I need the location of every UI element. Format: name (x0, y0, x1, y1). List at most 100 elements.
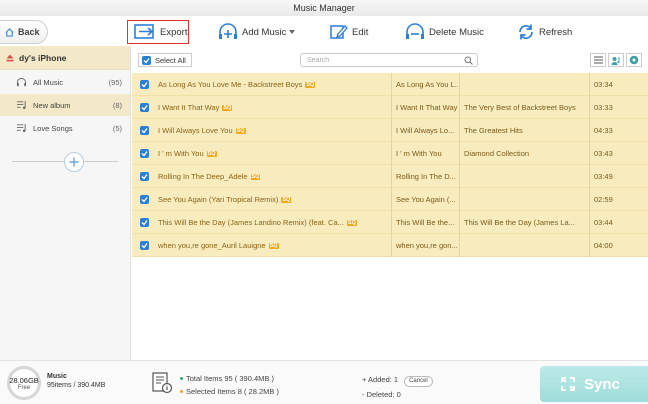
sidebar-item-label: Love Songs (33, 123, 73, 133)
table-row[interactable]: I Will Always Love You SQ I Will Always L… (132, 119, 648, 142)
music-heading: Music (47, 373, 67, 380)
song-duration: 04:33 (594, 125, 613, 135)
table-row[interactable]: I ' m With You SQ I ' m With You Diamond … (132, 142, 648, 165)
list-header: Select All Search (132, 50, 648, 70)
sidebar-item-count: (5) (112, 123, 122, 133)
song-artist: I Will Always Lo... (396, 125, 455, 135)
sync-icon (561, 377, 575, 391)
pending-changes: + Added: 1 Cancel - Deleted: 0 (362, 372, 433, 402)
table-row[interactable]: See You Again (Yari Tropical Remix) SQ Se… (132, 188, 648, 211)
song-artist: See You Again (... (396, 194, 456, 204)
song-album: The Greatest Hits (464, 125, 523, 135)
sidebar-divider (12, 152, 118, 172)
device-name: dy's iPhone (19, 52, 67, 63)
eject-icon[interactable] (6, 54, 14, 62)
view-options (588, 53, 642, 67)
storage-free-value: 28.06GB (9, 375, 39, 385)
sync-label: Sync (584, 375, 620, 393)
back-button[interactable]: Back (0, 20, 48, 44)
add-music-button[interactable]: Add Music (218, 20, 296, 44)
delete-music-icon (406, 23, 424, 39)
device-header[interactable]: dy's iPhone (0, 46, 130, 70)
total-items: Total Items 95 ( 390.4MB ) (186, 374, 274, 383)
column-divider (589, 73, 590, 257)
sq-badge: SQ (235, 127, 246, 134)
row-checkbox[interactable] (140, 195, 149, 204)
song-title: I Want It That Way SQ (158, 102, 233, 112)
sidebar-item-all-music[interactable]: All Music (95) (0, 71, 130, 93)
song-artist: I Want It That Way (396, 102, 458, 112)
row-checkbox[interactable] (140, 172, 149, 181)
list-view-button[interactable] (590, 53, 606, 67)
edit-icon (330, 25, 348, 39)
sidebar-item-count: (8) (112, 100, 122, 110)
music-summary: 95items / 390.4MB (47, 382, 106, 389)
sq-badge: SQ (305, 81, 316, 88)
sidebar: dy's iPhone All Music (95) New album (8)… (0, 46, 131, 360)
select-all-checkbox[interactable]: Select All (138, 53, 192, 67)
row-checkbox[interactable] (140, 241, 149, 250)
search-input[interactable]: Search (300, 53, 478, 67)
search-placeholder: Search (307, 56, 330, 64)
plus-icon (69, 157, 79, 167)
artist-view-button[interactable] (608, 53, 624, 67)
checkbox-checked-icon (142, 55, 151, 65)
back-button-label: Back (18, 27, 40, 37)
sq-badge: SQ (268, 242, 279, 249)
row-checkbox[interactable] (140, 103, 149, 112)
export-label: Export (160, 26, 188, 38)
sync-button[interactable]: Sync (540, 366, 648, 402)
sq-badge: SQ (346, 219, 357, 226)
refresh-button[interactable]: Refresh (517, 20, 572, 44)
song-album: The Very Best of Backstreet Boys (464, 102, 576, 112)
album-view-button[interactable] (626, 53, 642, 67)
cancel-button[interactable]: Cancel (404, 376, 433, 387)
selected-items: Selected Items 8 ( 28.2MB ) (186, 387, 279, 396)
delete-music-button[interactable]: Delete Music (405, 20, 484, 44)
song-title: This Will Be the Day (James Landino Remi… (158, 217, 357, 227)
add-playlist-button[interactable] (64, 152, 84, 172)
sidebar-item-count: (95) (108, 77, 122, 87)
song-artist: This Will Be the... (396, 217, 455, 227)
music-table: As Long As You Love Me - Backstreet Boys… (132, 73, 648, 257)
row-checkbox[interactable] (140, 149, 149, 158)
refresh-label: Refresh (539, 26, 573, 38)
table-row[interactable]: This Will Be the Day (James Landino Remi… (132, 211, 648, 234)
delete-music-label: Delete Music (429, 26, 484, 38)
total-dot (180, 377, 183, 380)
sq-badge: SQ (206, 150, 217, 157)
album-view-icon (629, 55, 639, 65)
storage-gauge: 28.06GB Free (7, 366, 41, 400)
song-album: This Will Be the Day (James La... (464, 217, 575, 227)
song-title: As Long As You Love Me - Backstreet Boys… (158, 79, 316, 89)
song-duration: 03:44 (594, 217, 613, 227)
row-checkbox[interactable] (140, 218, 149, 227)
refresh-icon (519, 24, 533, 40)
song-artist: As Long As You L... (396, 79, 458, 89)
song-duration: 02:59 (594, 194, 613, 204)
add-music-icon (219, 23, 237, 39)
song-title: when you,re gone_Auril Lauigne SQ (158, 240, 279, 250)
sq-badge: SQ (222, 104, 233, 111)
table-row[interactable]: Rolling In The Deep_Adele SQ Rolling In T… (132, 165, 648, 188)
table-row[interactable]: when you,re gone_Auril Lauigne SQ when yo… (132, 234, 648, 257)
song-duration: 04:00 (594, 240, 613, 250)
row-checkbox[interactable] (140, 80, 149, 89)
column-divider (391, 73, 392, 257)
export-icon (134, 24, 154, 39)
table-row[interactable]: As Long As You Love Me - Backstreet Boys… (132, 73, 648, 96)
playlist-icon (16, 123, 26, 132)
sidebar-item-new-album[interactable]: New album (8) (0, 94, 130, 116)
song-artist: I ' m With You (396, 148, 442, 158)
sidebar-item-label: All Music (33, 77, 64, 87)
edit-button[interactable]: Edit (330, 20, 368, 44)
add-music-label: Add Music (242, 26, 287, 38)
playlist-icon (16, 100, 26, 109)
row-checkbox[interactable] (140, 126, 149, 135)
song-duration: 03:34 (594, 79, 613, 89)
totals-info: Total Items 95 ( 390.4MB ) Selected Item… (180, 372, 279, 398)
export-button[interactable]: Export (127, 20, 189, 44)
song-duration: 03:49 (594, 171, 613, 181)
table-row[interactable]: I Want It That Way SQ I Want It That Way … (132, 96, 648, 119)
sidebar-item-love-songs[interactable]: Love Songs (5) (0, 117, 130, 139)
